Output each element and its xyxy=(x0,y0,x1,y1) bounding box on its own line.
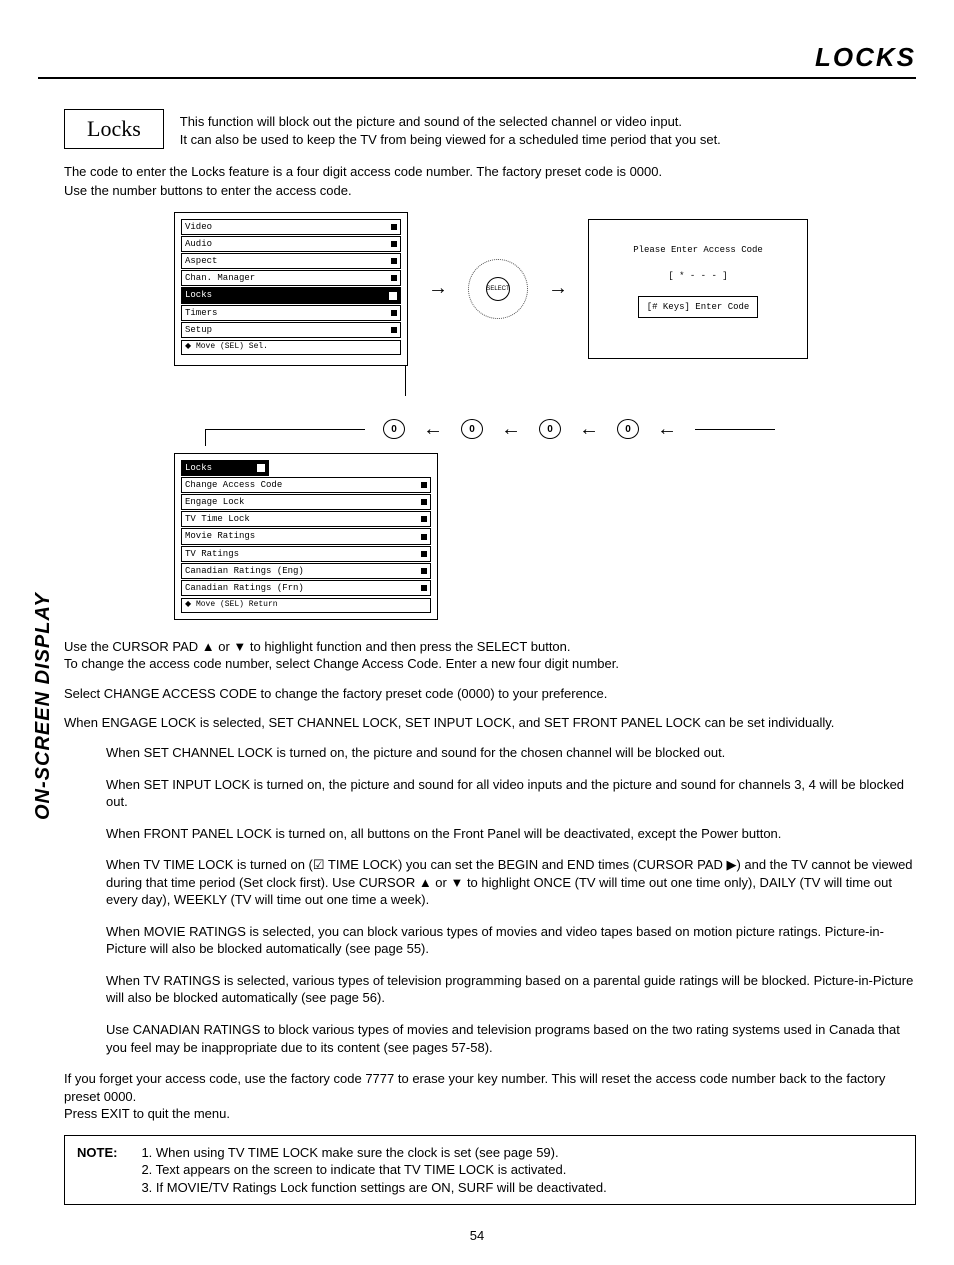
para-code-info-2: Use the number buttons to enter the acce… xyxy=(64,182,916,200)
para-tv-ratings: When TV RATINGS is selected, various typ… xyxy=(106,972,916,1007)
osd-locks-menu: Locks Change Access Code Engage Lock TV … xyxy=(174,453,438,620)
osd-item-can-ratings-frn: Canadian Ratings (Frn) xyxy=(181,580,431,596)
note-item-1: 1. When using TV TIME LOCK make sure the… xyxy=(141,1144,606,1162)
osd-item-chan-manager: Chan. Manager xyxy=(181,270,401,286)
osd-access-code: Please Enter Access Code [ * - - - ] [# … xyxy=(588,219,808,359)
arrow-left-icon: ← xyxy=(423,416,443,443)
osd-locks-title: Locks xyxy=(181,460,269,476)
arrow-left-icon: ← xyxy=(657,416,677,443)
para-cursor-b: To change the access code number, select… xyxy=(64,655,916,673)
osd-item-timers: Timers xyxy=(181,305,401,321)
connector-line xyxy=(405,366,406,396)
osd-item-tv-ratings: TV Ratings xyxy=(181,546,431,562)
arrow-left-icon: ← xyxy=(579,416,599,443)
para-code-info-1: The code to enter the Locks feature is a… xyxy=(64,163,916,181)
note-item-2: 2. Text appears on the screen to indicat… xyxy=(141,1161,606,1179)
osd-locks-hint: ◆ Move (SEL) Return xyxy=(181,598,431,613)
osd-main-hint: ◆ Move (SEL) Sel. xyxy=(181,340,401,355)
osd-item-setup: Setup xyxy=(181,322,401,338)
section-intro: This function will block out the picture… xyxy=(180,109,721,148)
header-bar: LOCKS xyxy=(38,40,916,79)
arrow-right-icon: → xyxy=(428,275,448,302)
remote-select-pad: SELECT xyxy=(468,259,528,319)
note-item-3: 3. If MOVIE/TV Ratings Lock function set… xyxy=(141,1179,606,1197)
osd-item-video: Video xyxy=(181,219,401,235)
intro-line-1: This function will block out the picture… xyxy=(180,113,721,131)
osd-item-engage-lock: Engage Lock xyxy=(181,494,431,510)
para-engage-lock: When ENGAGE LOCK is selected, SET CHANNE… xyxy=(64,714,916,732)
select-button-icon: SELECT xyxy=(486,277,510,301)
osd-item-movie-ratings: Movie Ratings xyxy=(181,528,431,544)
osd-item-can-ratings-eng: Canadian Ratings (Eng) xyxy=(181,563,431,579)
digit-button: 0 xyxy=(461,419,483,439)
arrow-right-icon: → xyxy=(548,275,568,302)
access-code-hint: [# Keys] Enter Code xyxy=(638,296,759,318)
access-code-value: [ * - - - ] xyxy=(595,270,801,282)
para-exit: Press EXIT to quit the menu. xyxy=(64,1105,916,1123)
osd-item-aspect: Aspect xyxy=(181,253,401,269)
para-cursor-a: Use the CURSOR PAD ▲ or ▼ to highlight f… xyxy=(64,638,916,656)
page-header-title: LOCKS xyxy=(815,42,916,72)
digit-button: 0 xyxy=(539,419,561,439)
diagram: Video Audio Aspect Chan. Manager Locks T… xyxy=(64,212,916,620)
access-code-title: Please Enter Access Code xyxy=(595,244,801,256)
para-canadian-ratings: Use CANADIAN RATINGS to block various ty… xyxy=(106,1021,916,1056)
arrow-left-icon: ← xyxy=(501,416,521,443)
para-tv-time-lock: When TV TIME LOCK is turned on (☑ TIME L… xyxy=(106,856,916,909)
osd-item-locks: Locks xyxy=(181,287,401,303)
para-movie-ratings: When MOVIE RATINGS is selected, you can … xyxy=(106,923,916,958)
section-title-box: Locks xyxy=(64,109,164,149)
osd-item-tv-time-lock: TV Time Lock xyxy=(181,511,431,527)
para-forget-code: If you forget your access code, use the … xyxy=(64,1070,916,1105)
osd-item-audio: Audio xyxy=(181,236,401,252)
note-label: NOTE: xyxy=(77,1144,117,1197)
side-tab-label: ON-SCREEN DISPLAY xyxy=(30,592,57,820)
digit-button: 0 xyxy=(383,419,405,439)
section-heading-row: Locks This function will block out the p… xyxy=(64,109,916,149)
digit-button: 0 xyxy=(617,419,639,439)
page-number: 54 xyxy=(38,1227,916,1245)
para-set-channel-lock: When SET CHANNEL LOCK is turned on, the … xyxy=(106,744,916,762)
para-set-input-lock: When SET INPUT LOCK is turned on, the pi… xyxy=(106,776,916,811)
intro-line-2: It can also be used to keep the TV from … xyxy=(180,131,721,149)
osd-main-menu: Video Audio Aspect Chan. Manager Locks T… xyxy=(174,212,408,366)
digit-row: 0 ← 0 ← 0 ← 0 ← xyxy=(64,416,916,443)
para-front-panel-lock: When FRONT PANEL LOCK is turned on, all … xyxy=(106,825,916,843)
para-change-code: Select CHANGE ACCESS CODE to change the … xyxy=(64,685,916,703)
osd-item-change-access-code: Change Access Code xyxy=(181,477,431,493)
note-box: NOTE: 1. When using TV TIME LOCK make su… xyxy=(64,1135,916,1206)
